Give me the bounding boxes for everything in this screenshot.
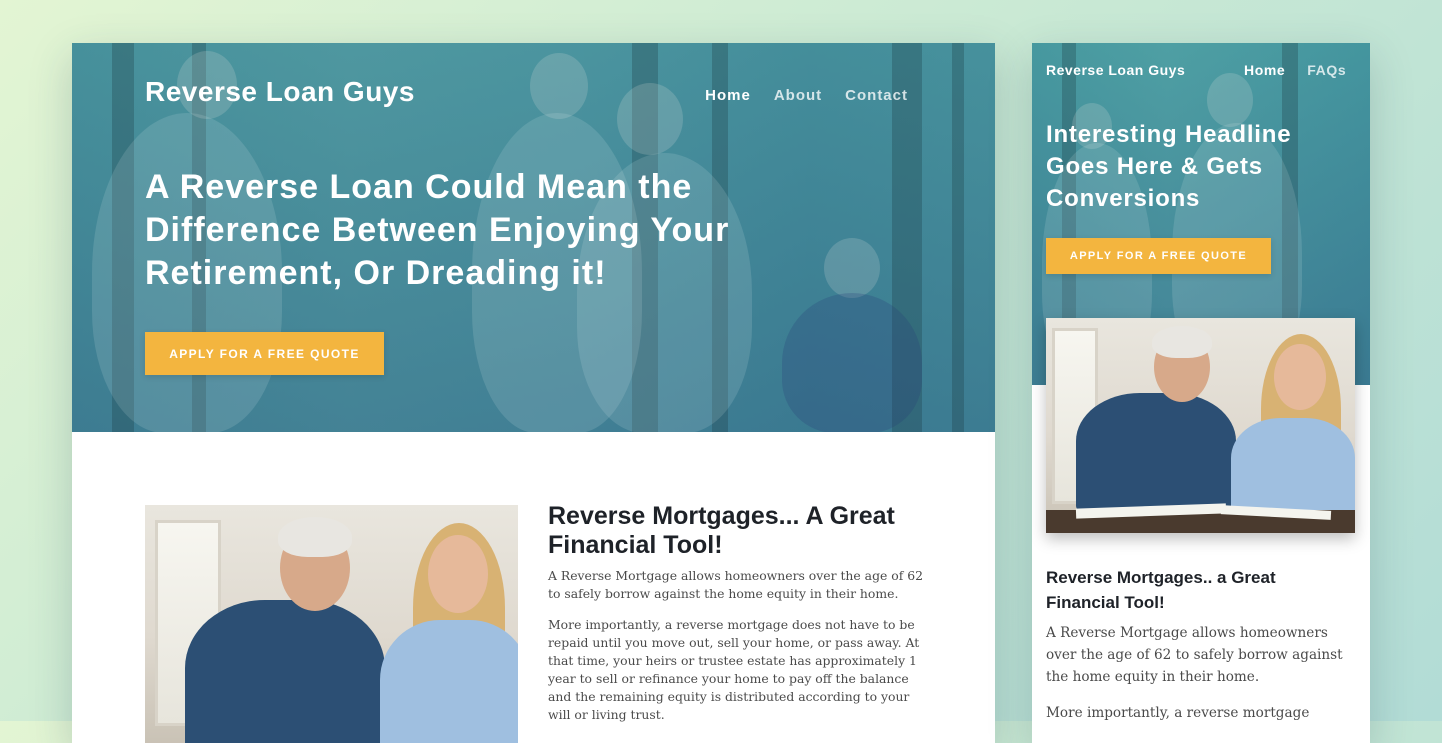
site-logo[interactable]: Reverse Loan Guys bbox=[1046, 62, 1185, 78]
intro-paragraph: A Reverse Mortgage allows homeowners ove… bbox=[1046, 625, 1343, 685]
main-nav: Home FAQs bbox=[1244, 62, 1346, 78]
desktop-hero: Reverse Loan Guys Home About Contact A R… bbox=[72, 43, 995, 432]
nav-item-home[interactable]: Home bbox=[1244, 62, 1285, 78]
couple-photo bbox=[145, 505, 518, 743]
section-heading: Reverse Mortgages... A Great Financial T… bbox=[548, 502, 895, 559]
main-nav: Home About Contact bbox=[705, 87, 908, 104]
hero-headline: Interesting Headline Goes Here & Gets Co… bbox=[1046, 121, 1292, 212]
desktop-mockup: Reverse Loan Guys Home About Contact A R… bbox=[72, 43, 995, 743]
site-logo[interactable]: Reverse Loan Guys bbox=[145, 76, 415, 108]
couple-photo bbox=[1046, 318, 1355, 533]
intro-paragraph: A Reverse Mortgage allows homeowners ove… bbox=[548, 568, 924, 601]
apply-quote-button[interactable]: Apply for a free quote bbox=[145, 332, 384, 375]
details-paragraph: More importantly, a reverse mortgage doe… bbox=[548, 617, 920, 722]
hero-headline: A Reverse Loan Could Mean the Difference… bbox=[145, 168, 730, 292]
section-heading: Reverse Mortgages.. a Great Financial To… bbox=[1046, 568, 1276, 612]
apply-quote-button[interactable]: Apply for a free quote bbox=[1046, 238, 1271, 274]
nav-item-home[interactable]: Home bbox=[705, 87, 751, 104]
nav-item-contact[interactable]: Contact bbox=[845, 87, 908, 104]
mobile-mockup: Reverse Loan Guys Home FAQs Interesting … bbox=[1032, 43, 1370, 743]
nav-item-about[interactable]: About bbox=[774, 87, 822, 104]
nav-item-faqs[interactable]: FAQs bbox=[1307, 62, 1346, 78]
